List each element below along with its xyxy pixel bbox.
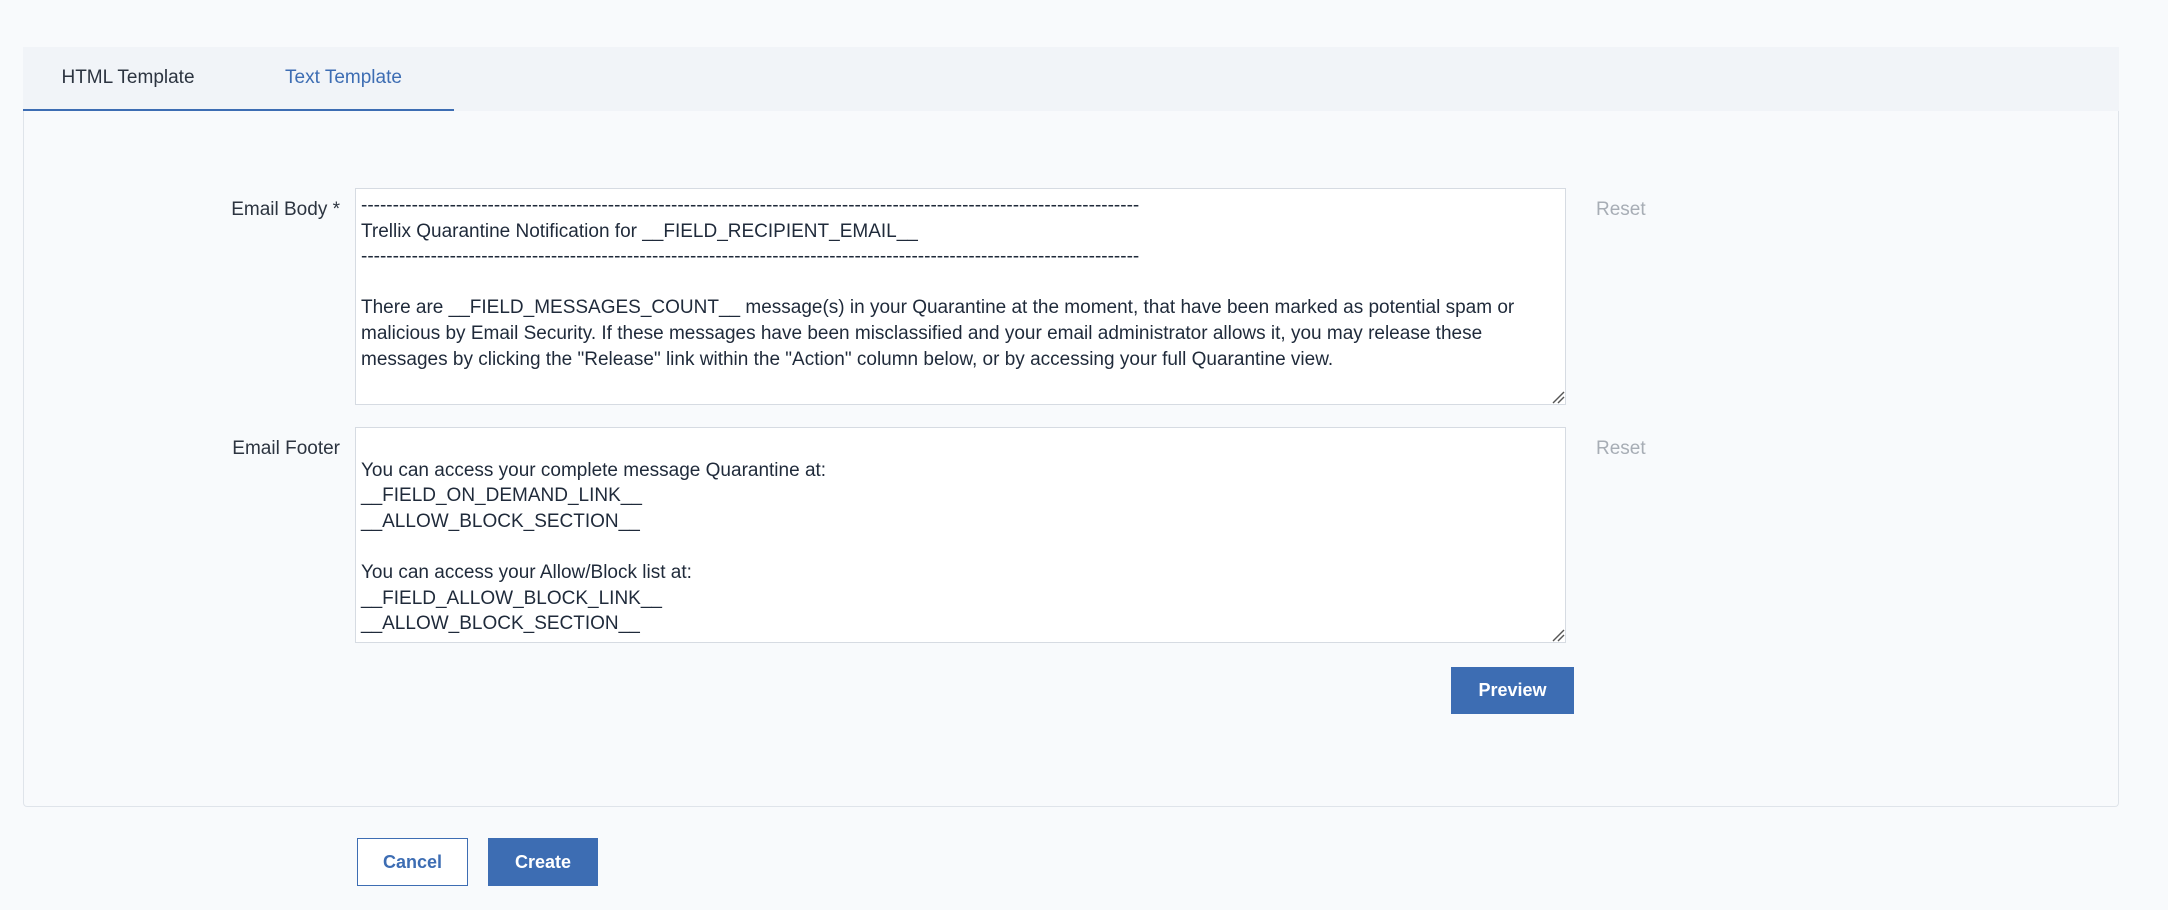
resize-grip-icon[interactable] [1551, 628, 1565, 642]
email-body-label: Email Body * [231, 199, 340, 220]
tab-html-template[interactable]: HTML Template [23, 47, 233, 113]
email-footer-reset-link[interactable]: Reset [1596, 438, 1646, 460]
resize-grip-icon[interactable] [1551, 390, 1565, 404]
template-tabbar: HTML Template Text Template [23, 47, 2119, 113]
tab-text-template[interactable]: Text Template [233, 47, 454, 113]
cancel-button[interactable]: Cancel [357, 838, 468, 886]
email-footer-textarea[interactable]: You can access your complete message Qua… [355, 427, 1566, 643]
email-body-textarea[interactable]: ----------------------------------------… [355, 188, 1566, 405]
email-body-reset-link[interactable]: Reset [1596, 199, 1646, 221]
create-button[interactable]: Create [488, 838, 598, 886]
preview-button[interactable]: Preview [1451, 667, 1574, 714]
email-footer-label: Email Footer [232, 438, 340, 459]
